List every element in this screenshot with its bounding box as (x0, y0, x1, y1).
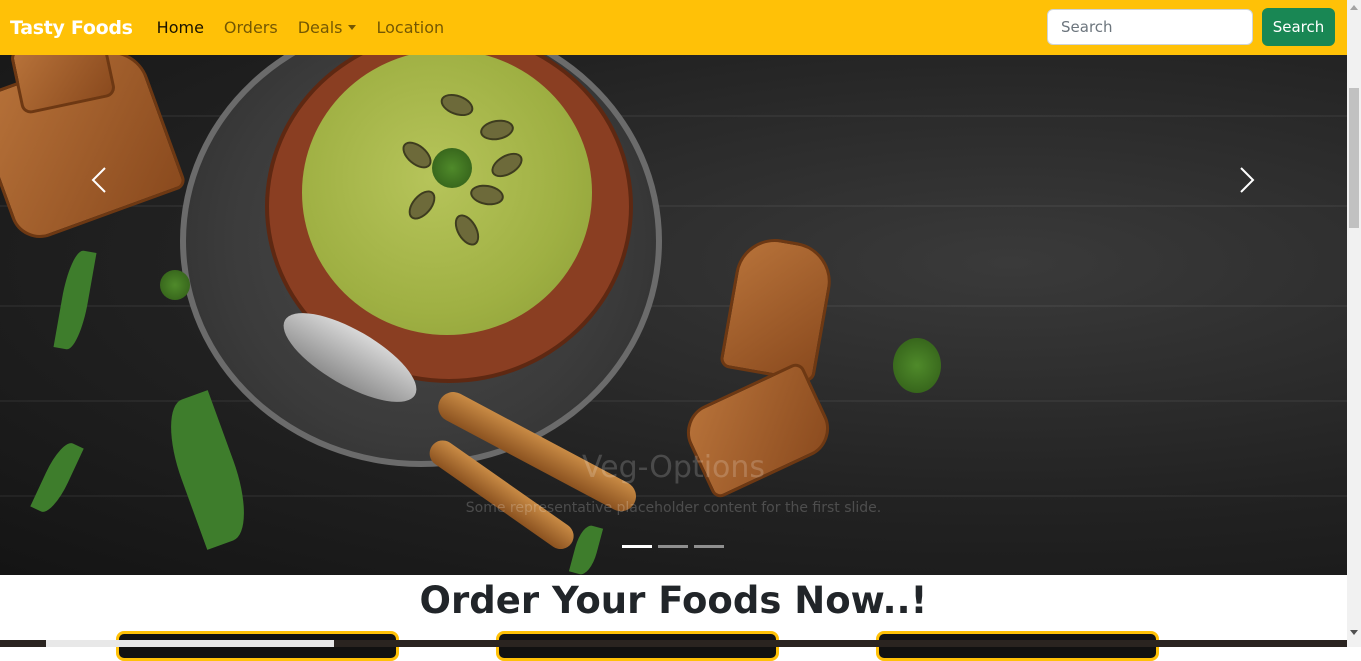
search-button[interactable]: Search (1262, 8, 1335, 46)
slide-caption-title: Veg-Options (581, 450, 766, 485)
nav-home-link[interactable]: Home (157, 18, 204, 37)
caret-down-icon (348, 25, 357, 30)
carousel-indicator-3[interactable] (694, 545, 724, 548)
nav-location-link[interactable]: Location (376, 18, 444, 37)
search-input[interactable] (1047, 9, 1253, 45)
chevron-right-icon (1240, 167, 1255, 193)
carousel-next-button[interactable] (1226, 160, 1266, 200)
scroll-up-icon[interactable] (1350, 5, 1358, 10)
slide-caption-text: Some representative placeholder content … (465, 500, 882, 516)
nav-links: Home Orders Deals Location (147, 18, 454, 37)
carousel-prev-button[interactable] (80, 160, 120, 200)
order-heading: Order Your Foods Now..! (419, 579, 928, 622)
chevron-left-icon (91, 167, 106, 193)
hero-carousel: Veg-Options Some representative placehol… (0, 55, 1347, 575)
nav-orders-link[interactable]: Orders (224, 18, 278, 37)
brand-logo[interactable]: Tasty Foods (10, 17, 133, 39)
nav-deals-label: Deals (297, 18, 343, 37)
carousel-indicator-2[interactable] (658, 545, 688, 548)
nav-deals-dropdown[interactable]: Deals (298, 18, 357, 37)
scrollbar-thumb[interactable] (1349, 88, 1359, 228)
page-scrollbar[interactable] (1347, 0, 1361, 647)
bottom-strip (0, 640, 1347, 647)
carousel-indicator-1[interactable] (622, 545, 652, 548)
navbar: Tasty Foods Home Orders Deals Location S… (0, 0, 1347, 55)
carousel-indicators (622, 545, 730, 548)
scroll-down-icon[interactable] (1350, 630, 1358, 635)
